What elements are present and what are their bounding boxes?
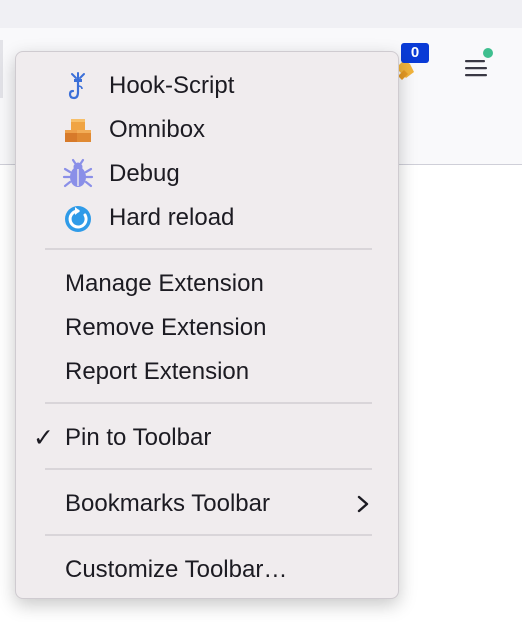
menu-item-label: Manage Extension bbox=[65, 270, 264, 297]
chevron-right-icon bbox=[357, 495, 369, 513]
menu-separator bbox=[45, 534, 372, 536]
tab-strip bbox=[0, 0, 522, 28]
menu-separator bbox=[45, 402, 372, 404]
menu-item-bookmarks-toolbar[interactable]: Bookmarks Toolbar bbox=[16, 484, 398, 524]
menu-item-hook-script[interactable]: Hook-Script bbox=[16, 66, 398, 106]
bug-icon bbox=[62, 158, 94, 188]
checkmark-icon: ✓ bbox=[33, 424, 54, 452]
menu-item-label: Pin to Toolbar bbox=[65, 424, 212, 451]
menu-item-label: Bookmarks Toolbar bbox=[65, 490, 270, 517]
menu-item-label: Remove Extension bbox=[65, 314, 267, 341]
menu-item-label: Hook-Script bbox=[109, 72, 235, 99]
menu-item-label: Customize Toolbar… bbox=[65, 556, 288, 583]
menu-item-label: Omnibox bbox=[109, 116, 206, 143]
menu-item-pin-to-toolbar[interactable]: ✓ Pin to Toolbar bbox=[16, 418, 398, 458]
menu-item-customize-toolbar[interactable]: Customize Toolbar… bbox=[16, 550, 398, 590]
menu-item-manage-extension[interactable]: Manage Extension bbox=[16, 264, 398, 304]
menu-item-remove-extension[interactable]: Remove Extension bbox=[16, 308, 398, 348]
extension-badge: 0 bbox=[401, 43, 429, 63]
menu-item-debug[interactable]: Debug bbox=[16, 154, 398, 194]
reload-icon bbox=[65, 206, 91, 232]
url-bar-edge bbox=[0, 40, 3, 98]
extension-context-menu: Hook-Script Omnibox Debug Hard reload Ma… bbox=[15, 51, 399, 599]
menu-item-label: Report Extension bbox=[65, 358, 250, 385]
menu-item-label: Hard reload bbox=[109, 204, 235, 231]
menu-separator bbox=[45, 248, 372, 250]
menu-item-label: Debug bbox=[109, 160, 180, 187]
hook-icon bbox=[68, 72, 85, 100]
menu-item-report-extension[interactable]: Report Extension bbox=[16, 352, 398, 392]
app-menu-button[interactable] bbox=[458, 48, 498, 88]
menu-item-omnibox[interactable]: Omnibox bbox=[16, 110, 398, 150]
hamburger-menu-icon bbox=[465, 48, 493, 77]
menu-separator bbox=[45, 468, 372, 470]
menu-item-hard-reload[interactable]: Hard reload bbox=[16, 198, 398, 238]
boxes-icon bbox=[65, 119, 91, 142]
